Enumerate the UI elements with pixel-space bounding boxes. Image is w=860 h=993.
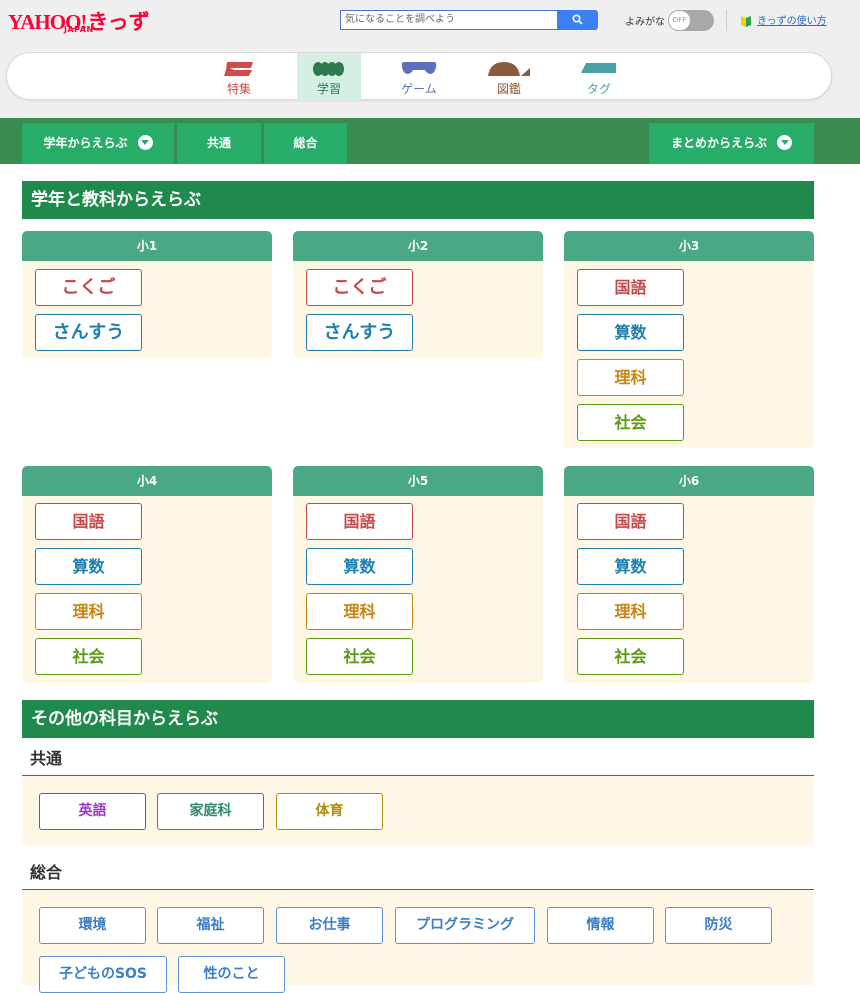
grade-label: 小3	[564, 231, 814, 261]
grade-card-5: 小5 国語 算数 理科 社会	[293, 466, 543, 683]
subject-science[interactable]: 理科	[577, 593, 684, 630]
beginner-mark-icon	[741, 15, 751, 27]
chevron-down-icon	[777, 135, 792, 150]
tab-game-label: ゲーム	[401, 82, 437, 96]
grade-select-label: 学年からえらぶ	[43, 136, 128, 150]
subject-japanese[interactable]: こくご	[306, 269, 413, 306]
subject-math[interactable]: 算数	[577, 548, 684, 585]
subject-pe[interactable]: 体育	[276, 793, 383, 830]
grade-card-4: 小4 国語 算数 理科 社会	[22, 466, 272, 683]
grade-card-3: 小3 国語 算数 理科 社会	[564, 231, 814, 448]
study-icon	[313, 62, 344, 76]
topic-information[interactable]: 情報	[547, 907, 654, 944]
subject-math[interactable]: 算数	[577, 314, 684, 351]
search-box: 気になることを調べよう	[340, 10, 598, 30]
subject-science[interactable]: 理科	[577, 359, 684, 396]
yomigana-toggle[interactable]: OFF	[668, 10, 714, 31]
category-nav: 特集 学習 ゲーム 図鑑 タグ	[6, 52, 832, 100]
topic-environment[interactable]: 環境	[39, 907, 146, 944]
common-button[interactable]: 共通	[177, 123, 261, 164]
guide-link[interactable]: きっずの使い方	[740, 12, 827, 28]
subject-japanese[interactable]: 国語	[35, 503, 142, 540]
topic-programming[interactable]: プログラミング	[395, 907, 535, 944]
feature-icon	[224, 62, 253, 76]
grade-card-1: 小1 こくご さんすう	[22, 231, 272, 358]
tab-game[interactable]: ゲーム	[387, 53, 451, 100]
subject-math[interactable]: さんすう	[35, 314, 142, 351]
subject-math[interactable]: 算数	[306, 548, 413, 585]
topic-work[interactable]: お仕事	[276, 907, 383, 944]
subject-science[interactable]: 理科	[306, 593, 413, 630]
grade-card-6: 小6 国語 算数 理科 社会	[564, 466, 814, 683]
tab-encyclopedia-label: 図鑑	[496, 82, 521, 96]
subject-science[interactable]: 理科	[35, 593, 142, 630]
logo-japan: JAPAN	[64, 25, 94, 34]
logo-kids: きっず	[87, 11, 150, 34]
grade-label: 小5	[293, 466, 543, 496]
general-button[interactable]: 総合	[264, 123, 347, 164]
tag-icon	[581, 63, 616, 73]
tab-study-label: 学習	[316, 82, 341, 96]
topic-child-sos[interactable]: 子どものSOS	[39, 956, 167, 993]
summary-select-button[interactable]: まとめからえらぶ	[649, 123, 814, 164]
yomigana-label: よみがな	[625, 17, 665, 28]
toggle-state: OFF	[669, 11, 690, 30]
common-subjects-panel: 英語 家庭科 体育	[22, 776, 814, 845]
section-title-other: その他の科目からえらぶ	[22, 700, 814, 738]
tab-feature[interactable]: 特集	[207, 53, 271, 100]
topic-sexuality[interactable]: 性のこと	[178, 956, 285, 993]
encyclopedia-icon	[488, 62, 530, 76]
grade-label: 小2	[293, 231, 543, 261]
subject-social[interactable]: 社会	[577, 638, 684, 675]
subject-japanese[interactable]: 国語	[306, 503, 413, 540]
general-subjects-panel: 環境 福祉 お仕事 プログラミング 情報 防災 子どものSOS 性のこと	[22, 890, 814, 993]
yahoo-kids-logo[interactable]: YAHOO!きっず JAPAN	[8, 6, 150, 36]
search-icon	[572, 14, 583, 25]
grade-label: 小1	[22, 231, 272, 261]
grade-select-button[interactable]: 学年からえらぶ	[22, 123, 174, 164]
tab-tag-label: タグ	[586, 82, 611, 96]
subnav: 学年からえらぶ 共通 総合 まとめからえらぶ	[0, 118, 860, 164]
subject-japanese[interactable]: 国語	[577, 503, 684, 540]
subject-social[interactable]: 社会	[577, 404, 684, 441]
subject-english[interactable]: 英語	[39, 793, 146, 830]
divider	[726, 10, 727, 31]
header: YAHOO!きっず JAPAN 気になることを調べよう よみがな OFF きっず…	[0, 0, 860, 118]
subject-math[interactable]: さんすう	[306, 314, 413, 351]
subject-social[interactable]: 社会	[35, 638, 142, 675]
tab-feature-label: 特集	[226, 82, 251, 96]
subsection-title-general: 総合	[22, 858, 814, 890]
summary-select-label: まとめからえらぶ	[670, 136, 767, 150]
search-button[interactable]	[557, 10, 598, 30]
tab-encyclopedia[interactable]: 図鑑	[477, 53, 541, 100]
subject-home-economics[interactable]: 家庭科	[157, 793, 264, 830]
grade-card-2: 小2 こくご さんすう	[293, 231, 543, 358]
subject-japanese[interactable]: 国語	[577, 269, 684, 306]
grade-label: 小6	[564, 466, 814, 496]
search-input[interactable]: 気になることを調べよう	[340, 10, 558, 30]
subject-math[interactable]: 算数	[35, 548, 142, 585]
section-title-grades: 学年と教科からえらぶ	[22, 181, 814, 219]
grade-label: 小4	[22, 466, 272, 496]
game-controller-icon	[401, 62, 437, 74]
subject-social[interactable]: 社会	[306, 638, 413, 675]
subsection-title-common: 共通	[22, 744, 814, 776]
tab-study[interactable]: 学習	[297, 53, 361, 100]
subject-japanese[interactable]: こくご	[35, 269, 142, 306]
guide-link-text: きっずの使い方	[757, 16, 827, 27]
topic-welfare[interactable]: 福祉	[157, 907, 264, 944]
chevron-down-icon	[137, 135, 153, 150]
tab-tag[interactable]: タグ	[567, 53, 631, 100]
topic-disaster-prevention[interactable]: 防災	[665, 907, 772, 944]
